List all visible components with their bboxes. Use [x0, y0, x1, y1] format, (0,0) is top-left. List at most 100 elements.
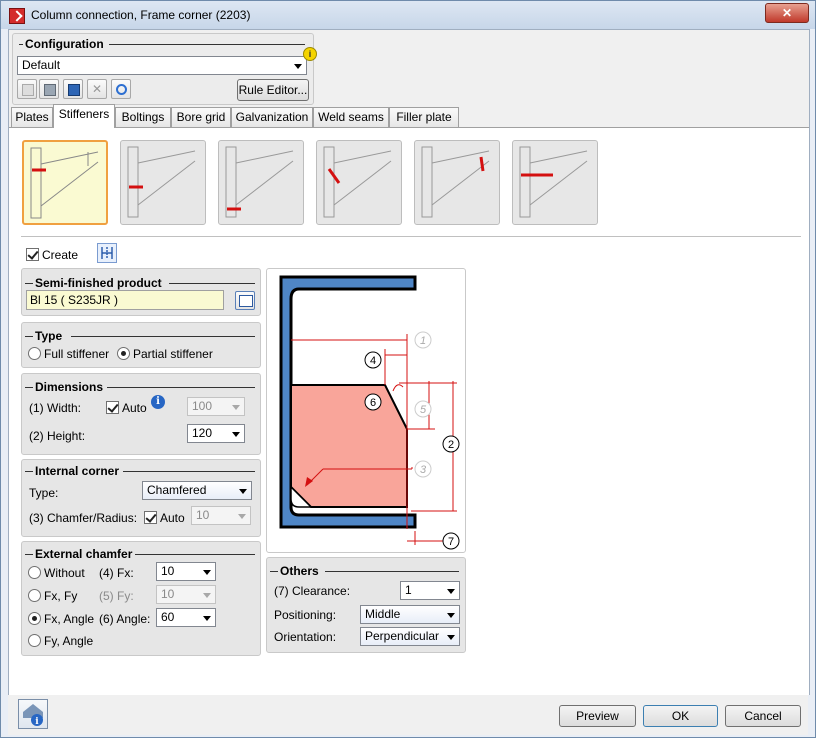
without-label: Without: [44, 566, 85, 580]
ok-button[interactable]: OK: [643, 705, 718, 727]
without-radio[interactable]: [28, 566, 41, 579]
save-icon: [44, 84, 56, 96]
tab-galvanization[interactable]: Galvanization: [231, 107, 313, 127]
new-config-button[interactable]: [17, 79, 37, 99]
symmetry-icon: [101, 247, 113, 259]
angle-select[interactable]: 60: [156, 608, 216, 627]
chevron-down-icon: [238, 514, 246, 519]
corner-type-value: Chamfered: [147, 483, 207, 497]
chevron-down-icon: [447, 613, 455, 618]
type-rule: [71, 336, 255, 337]
internal-corner-rule: [123, 471, 255, 472]
variant-2[interactable]: [120, 140, 206, 225]
stiffener-diagram: 1 2 3 4 5 6 7: [266, 268, 466, 553]
type-rule-left: [25, 336, 33, 337]
help-button[interactable]: i: [18, 699, 48, 729]
fx-select[interactable]: 10: [156, 562, 216, 581]
tab-stiffeners[interactable]: Stiffeners: [53, 104, 115, 128]
type-heading: Type: [35, 329, 63, 343]
variant-3[interactable]: [218, 140, 304, 225]
help-icon: i: [23, 704, 43, 727]
positioning-value: Middle: [365, 607, 401, 621]
configuration-select[interactable]: Default: [17, 56, 307, 75]
create-checkbox[interactable]: [26, 248, 39, 261]
tab-weld-seams[interactable]: Weld seams: [313, 107, 389, 127]
save-as-config-button[interactable]: [63, 79, 83, 99]
internal-corner-heading: Internal corner: [35, 464, 120, 478]
chamfer-auto-checkbox[interactable]: [144, 511, 157, 524]
width-auto-checkbox[interactable]: [106, 401, 119, 414]
variant-4[interactable]: [316, 140, 402, 225]
configuration-selected: Default: [22, 58, 61, 72]
fy-select[interactable]: 10: [156, 585, 216, 604]
clearance-select[interactable]: 1: [400, 581, 460, 600]
orientation-select[interactable]: Perpendicular: [360, 627, 460, 646]
delete-config-button[interactable]: ✕: [87, 79, 107, 99]
tab-bore-grid[interactable]: Bore grid: [171, 107, 231, 127]
corner-type-select[interactable]: Chamfered: [142, 481, 252, 500]
fy-value: 10: [161, 587, 175, 601]
dimensions-rule: [107, 387, 255, 388]
chevron-down-icon: [239, 489, 247, 494]
external-chamfer-rule: [135, 554, 255, 555]
window-title: Column connection, Frame corner (2203): [31, 8, 251, 22]
tab-boltings[interactable]: Boltings: [115, 107, 171, 127]
fy-angle-radio[interactable]: [28, 634, 41, 647]
delete-icon: ✕: [92, 82, 103, 96]
stiffener-layout-button[interactable]: [97, 243, 117, 263]
dialog-client: Configuration Default i ✕ Rule Editor...…: [8, 29, 810, 695]
fx-fy-label: Fx, Fy: [44, 589, 78, 603]
callout-6: 6: [370, 397, 376, 409]
info-icon[interactable]: i: [151, 395, 165, 409]
chevron-down-icon: [294, 64, 302, 69]
width-select[interactable]: 100: [187, 397, 245, 416]
diagram-svg: 1 2 3 4 5 6 7: [279, 275, 460, 550]
width-label: (1) Width:: [29, 401, 82, 415]
positioning-label: Positioning:: [274, 608, 337, 622]
fx-angle-radio[interactable]: [28, 612, 41, 625]
variant-5[interactable]: [414, 140, 500, 225]
semi-finished-catalog-button[interactable]: [235, 291, 255, 310]
angle-value: 60: [161, 610, 175, 624]
cancel-button[interactable]: Cancel: [725, 705, 801, 727]
fx-value: 10: [161, 564, 175, 578]
configuration-rule: [19, 44, 23, 45]
full-stiffener-radio[interactable]: [28, 347, 41, 360]
callout-1: 1: [420, 335, 426, 347]
others-rule: [325, 571, 459, 572]
chamfer-select[interactable]: 10: [191, 506, 251, 525]
semi-finished-heading: Semi-finished product: [35, 276, 162, 290]
orientation-label: Orientation:: [274, 630, 337, 644]
callout-2: 2: [448, 439, 454, 451]
refresh-config-button[interactable]: [111, 79, 131, 99]
title-bar[interactable]: Column connection, Frame corner (2203) ✕: [1, 1, 815, 29]
variants-separator: [21, 236, 801, 237]
rule-editor-button[interactable]: Rule Editor...: [237, 79, 309, 101]
chamfer-radius-label: (3) Chamfer/Radius:: [29, 511, 138, 525]
close-icon: ✕: [781, 6, 793, 20]
tab-filler-plate[interactable]: Filler plate: [389, 107, 459, 127]
semi-finished-field[interactable]: Bl 15 ( S235JR ): [26, 290, 224, 310]
chevron-down-icon: [232, 432, 240, 437]
fx-label: (4) Fx:: [99, 566, 134, 580]
chevron-down-icon: [232, 405, 240, 410]
chevron-down-icon: [203, 593, 211, 598]
chevron-down-icon: [203, 616, 211, 621]
tab-plates[interactable]: Plates: [11, 107, 53, 127]
variant-6[interactable]: [512, 140, 598, 225]
positioning-select[interactable]: Middle: [360, 605, 460, 624]
height-select[interactable]: 120: [187, 424, 245, 443]
variant-2-icon: [127, 146, 196, 218]
external-chamfer-rule-left: [25, 554, 33, 555]
save-config-button[interactable]: [39, 79, 59, 99]
variant-1[interactable]: [22, 140, 108, 225]
refresh-icon: [116, 84, 127, 95]
close-button[interactable]: ✕: [765, 3, 809, 23]
variant-3-icon: [225, 146, 294, 218]
partial-stiffener-radio[interactable]: [117, 347, 130, 360]
orientation-value: Perpendicular: [365, 629, 440, 643]
fx-fy-radio[interactable]: [28, 589, 41, 602]
chamfer-value: 10: [196, 508, 210, 522]
fy-angle-label: Fy, Angle: [44, 634, 94, 648]
preview-button[interactable]: Preview: [559, 705, 636, 727]
